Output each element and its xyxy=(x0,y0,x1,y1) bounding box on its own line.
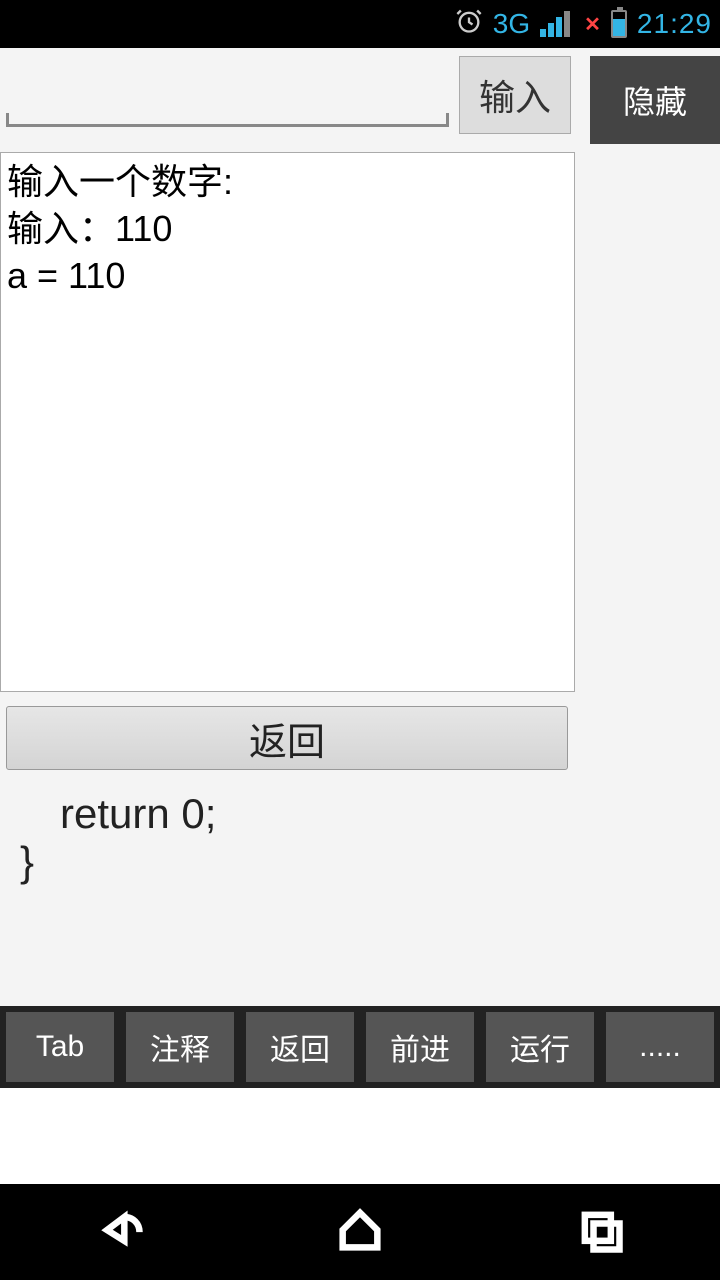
back-button[interactable]: 返回 xyxy=(6,706,568,770)
clock-time: 21:29 xyxy=(637,8,712,40)
signal-icon xyxy=(540,11,570,37)
output-box: 输入一个数字: 输入：110 a = 110 xyxy=(0,152,575,692)
toolbar-back[interactable]: 返回 xyxy=(246,1012,354,1082)
toolbar-forward[interactable]: 前进 xyxy=(366,1012,474,1082)
keyboard-strip xyxy=(0,1088,720,1184)
editor-toolbar: Tab 注释 返回 前进 运行 ..... xyxy=(0,1006,720,1088)
input-button[interactable]: 输入 xyxy=(459,56,571,134)
text-input[interactable] xyxy=(6,64,449,127)
text-input-field[interactable] xyxy=(6,64,449,124)
no-sim-icon: ✕ xyxy=(584,12,601,37)
navigation-bar xyxy=(0,1184,720,1280)
code-line-return: return 0; xyxy=(20,790,720,838)
nav-home-icon[interactable] xyxy=(334,1204,386,1261)
nav-back-icon[interactable] xyxy=(94,1204,146,1261)
alarm-icon xyxy=(455,7,483,42)
toolbar-tab[interactable]: Tab xyxy=(6,1012,114,1082)
network-label: 3G xyxy=(493,8,530,40)
toolbar-more[interactable]: ..... xyxy=(606,1012,714,1082)
nav-recent-icon[interactable] xyxy=(574,1204,626,1261)
status-bar: 3G ✕ 21:29 xyxy=(0,0,720,48)
hide-button[interactable]: 隐藏 xyxy=(590,56,720,144)
input-row: 输入 xyxy=(0,48,575,134)
code-line-brace: } xyxy=(20,838,720,886)
toolbar-comment[interactable]: 注释 xyxy=(126,1012,234,1082)
input-output-panel: 输入 输入一个数字: 输入：110 a = 110 返回 xyxy=(0,48,575,770)
toolbar-run[interactable]: 运行 xyxy=(486,1012,594,1082)
battery-icon xyxy=(611,10,627,38)
